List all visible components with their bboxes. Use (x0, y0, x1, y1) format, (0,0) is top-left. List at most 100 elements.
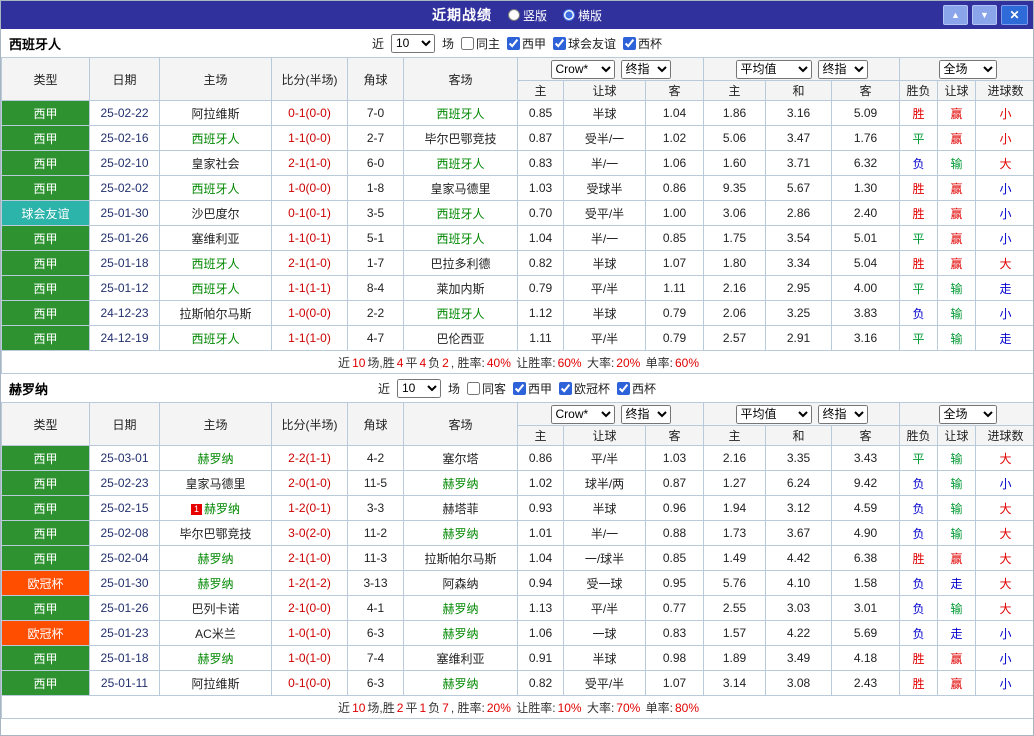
result-handicap: 赢 (937, 545, 977, 571)
same-venue-filter-checkbox[interactable] (466, 381, 480, 395)
close-icon: ✕ (1009, 8, 1020, 22)
match-score: 1-0(1-0) (271, 645, 348, 671)
competition-filter-0-checkbox[interactable] (507, 36, 520, 50)
odds-away: 0.98 (644, 645, 705, 671)
match-score: 1-2(1-2) (271, 570, 348, 596)
competition-badge: 西甲 (1, 100, 90, 126)
odds-away: 0.95 (644, 570, 705, 596)
home-team: 皇家社会 (159, 150, 272, 176)
competition-filter-0-checkbox[interactable] (513, 381, 526, 395)
result-handicap: 输 (937, 275, 977, 301)
match-row: 西甲 24-12-23 拉斯帕尔马斯 1-0(0-0) 2-2 西班牙人 1.12 半球 0.7… (1, 300, 1033, 326)
corner-score: 7-4 (347, 645, 404, 671)
move-down-button[interactable]: ▼ (972, 5, 997, 25)
layout-vertical-option[interactable]: 竖版 (507, 7, 547, 24)
competition-badge: 西甲 (1, 645, 90, 671)
away-team: 赫罗纳 (403, 470, 518, 496)
avg-source-select[interactable]: 平均值 (735, 404, 812, 424)
match-date: 25-01-11 (89, 670, 160, 696)
avg-away-odds: 3.16 (831, 325, 901, 351)
match-date: 25-02-15 (89, 495, 160, 521)
result-goals: 大 (975, 570, 1033, 596)
corner-score: 6-3 (347, 620, 404, 646)
avg-source-select[interactable]: 平均值 (735, 59, 812, 79)
competition-filter-1[interactable]: 欧冠杯 (559, 380, 610, 397)
score-header: 比分(半场) (271, 57, 348, 101)
competition-filter-2-checkbox[interactable] (623, 36, 637, 50)
layout-horizontal-radio[interactable] (563, 9, 575, 21)
competition-filter-1-checkbox[interactable] (553, 36, 567, 50)
avg-draw-odds: 5.67 (765, 175, 833, 201)
odds-home: 0.82 (517, 670, 564, 696)
odds-source-select[interactable]: Crow* (550, 404, 615, 424)
europe-odds-controls: 平均值 终指 (703, 57, 901, 81)
result-outcome: 平 (899, 125, 939, 151)
avg-away-odds: 5.04 (831, 250, 901, 276)
competition-filter-0[interactable]: 西甲 (513, 380, 552, 397)
move-up-button[interactable]: ▲ (943, 5, 968, 25)
summary-segment: 70% (616, 700, 641, 715)
close-button[interactable]: ✕ (1001, 5, 1028, 25)
competition-badge: 欧冠杯 (1, 620, 90, 646)
avg-final-select[interactable]: 终指 (817, 404, 868, 424)
recent-count-select[interactable]: 10 (390, 33, 435, 53)
avg-final-select[interactable]: 终指 (817, 59, 868, 79)
same-venue-filter-checkbox[interactable] (460, 36, 474, 50)
summary-segment: 让胜率: (512, 700, 556, 715)
odds-final-select[interactable]: 终指 (620, 404, 671, 424)
date-header: 日期 (89, 402, 160, 446)
scope-controls: 全场 (899, 57, 1033, 81)
scope-select[interactable]: 全场 (938, 404, 997, 424)
team-section: 赫罗纳近 10 场同客 西甲 欧冠杯 西杯 类型 日期 主场 比分(半场) 角球 客场 Crow* 终指平… (1, 374, 1033, 719)
match-row: 西甲 25-01-11 阿拉维斯 0-1(0-0) 6-3 赫罗纳 0.82 受平/半 1.07… (1, 670, 1033, 696)
competition-badge: 西甲 (1, 595, 90, 621)
layout-vertical-radio[interactable] (507, 9, 520, 21)
competition-filter-2[interactable]: 西杯 (623, 35, 662, 52)
competition-filter-2-checkbox[interactable] (617, 381, 631, 395)
summary-segment: 1 (419, 700, 427, 715)
odds-home: 0.85 (517, 100, 564, 126)
arrow-up-icon: ▲ (951, 9, 960, 20)
same-venue-filter[interactable]: 同客 (466, 380, 506, 397)
competition-filter-2[interactable]: 西杯 (617, 380, 656, 397)
layout-horizontal-option[interactable]: 横版 (563, 7, 602, 24)
odds-source-select[interactable]: Crow* (550, 59, 615, 79)
result-handicap: 赢 (937, 200, 977, 226)
avg-away-odds: 6.38 (831, 545, 901, 571)
corner-score: 6-0 (347, 150, 404, 176)
result-handicap: 赢 (937, 175, 977, 201)
home-team: 赫罗纳 (159, 570, 272, 596)
home-team: 西班牙人 (159, 125, 272, 151)
handicap-line: 一球 (563, 620, 646, 646)
summary-segment: 60% (674, 355, 700, 370)
avg-draw-odds: 6.24 (765, 470, 833, 496)
away-team-name: 毕尔巴鄂竞技 (424, 131, 497, 146)
home-team-name: 拉斯帕尔马斯 (179, 306, 252, 321)
home-team-name: 赫罗纳 (203, 501, 240, 516)
avg-away-odds: 1.30 (831, 175, 901, 201)
competition-badge: 西甲 (1, 250, 90, 276)
result-handicap: 走 (937, 570, 977, 596)
same-venue-filter-label: 同客 (481, 381, 506, 396)
home-team-name: 西班牙人 (191, 331, 240, 346)
panel-title: 近期战绩 (431, 7, 492, 23)
topbar-controls: 近期战绩 竖版 横版 (1, 5, 1033, 25)
match-row: 西甲 25-02-22 阿拉维斯 0-1(0-0) 7-0 西班牙人 0.85 半球 1.04 1… (1, 100, 1033, 126)
team-name: 赫罗纳 (9, 381, 49, 397)
competition-filter-1-checkbox[interactable] (559, 381, 573, 395)
summary-segment: 场,胜 (367, 355, 395, 370)
away-team-name: 赫罗纳 (442, 601, 479, 616)
corner-score: 8-4 (347, 275, 404, 301)
summary-segment: 7 (442, 700, 449, 715)
home-team-name: 皇家社会 (191, 156, 240, 171)
recent-count-select[interactable]: 10 (396, 378, 441, 398)
result-goals: 小 (975, 225, 1033, 251)
odds-away: 0.86 (644, 175, 705, 201)
summary-segment: 80% (674, 700, 700, 715)
competition-filter-0[interactable]: 西甲 (507, 35, 546, 52)
same-venue-filter[interactable]: 同主 (460, 35, 500, 52)
odds-final-select[interactable]: 终指 (620, 59, 671, 79)
result-handicap: 输 (937, 520, 977, 546)
competition-filter-1[interactable]: 球会友谊 (553, 35, 616, 52)
scope-select[interactable]: 全场 (938, 59, 997, 79)
